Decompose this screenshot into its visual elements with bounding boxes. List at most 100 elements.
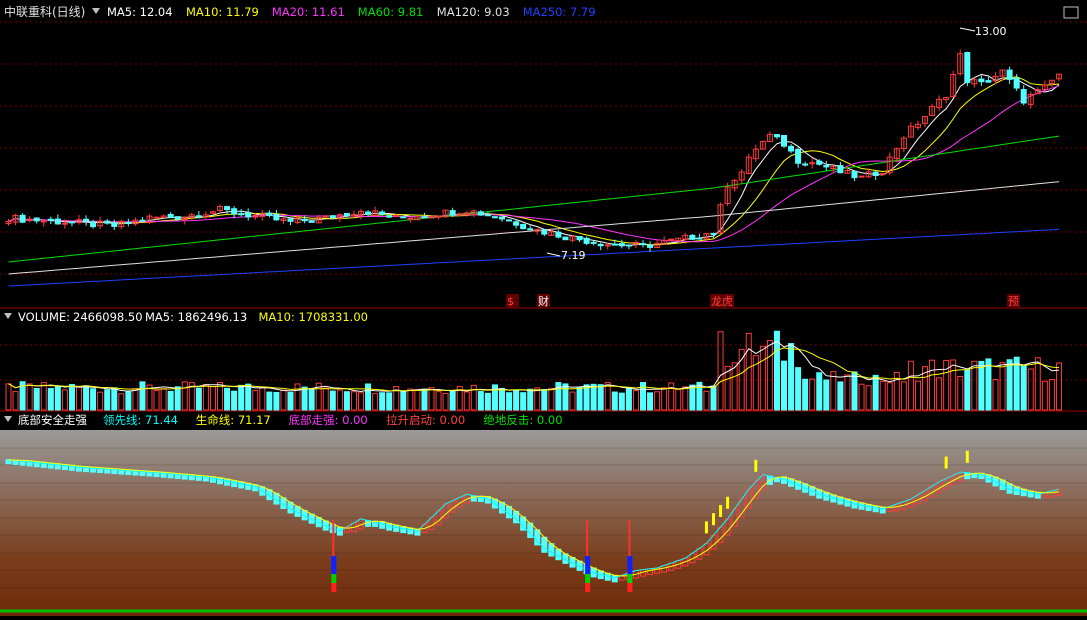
volume-bar[interactable] bbox=[795, 367, 802, 411]
candle-body[interactable] bbox=[802, 163, 809, 166]
candle-body[interactable] bbox=[167, 213, 174, 218]
volume-bar[interactable] bbox=[527, 388, 534, 411]
volume-bar[interactable] bbox=[506, 392, 513, 411]
dropdown-arrow-icon[interactable] bbox=[92, 8, 100, 14]
volume-bar[interactable] bbox=[936, 377, 943, 411]
candle-body[interactable] bbox=[795, 148, 802, 164]
volume-bar[interactable] bbox=[1041, 380, 1048, 411]
volume-bar[interactable] bbox=[900, 381, 907, 411]
candle-body[interactable] bbox=[435, 215, 442, 218]
candle-body[interactable] bbox=[343, 213, 350, 217]
candle-body[interactable] bbox=[386, 215, 393, 218]
volume-bar[interactable] bbox=[273, 391, 280, 411]
volume-bar[interactable] bbox=[491, 384, 498, 411]
candle-body[interactable] bbox=[781, 134, 787, 147]
candle-body[interactable] bbox=[90, 221, 97, 228]
volume-bar[interactable] bbox=[280, 389, 287, 411]
volume-bar[interactable] bbox=[1020, 365, 1027, 411]
volume-bar[interactable] bbox=[421, 388, 428, 411]
volume-bar[interactable] bbox=[809, 378, 816, 411]
candle-body[interactable] bbox=[499, 216, 505, 220]
volume-bar[interactable] bbox=[68, 384, 75, 411]
volume-bar[interactable] bbox=[400, 390, 407, 411]
candle-body[interactable] bbox=[964, 52, 971, 84]
volume-bar[interactable] bbox=[759, 345, 766, 411]
volume-bar[interactable] bbox=[569, 391, 576, 411]
candle-body[interactable] bbox=[400, 216, 407, 219]
volume-bar[interactable] bbox=[499, 388, 505, 411]
volume-bar[interactable] bbox=[590, 383, 597, 411]
restore-window-icon[interactable] bbox=[1063, 6, 1079, 19]
volume-bar[interactable] bbox=[788, 343, 795, 411]
volume-bar[interactable] bbox=[435, 391, 442, 411]
candle-body[interactable] bbox=[83, 218, 90, 222]
volume-bar[interactable] bbox=[703, 390, 710, 411]
candle-body[interactable] bbox=[153, 216, 160, 219]
volume-bar[interactable] bbox=[118, 393, 125, 411]
candle-body[interactable] bbox=[449, 210, 456, 216]
event-marker[interactable]: 财 bbox=[538, 294, 549, 308]
volume-menu-icon[interactable] bbox=[4, 313, 12, 319]
volume-bar[interactable] bbox=[202, 383, 209, 411]
event-marker[interactable]: 龙虎 bbox=[711, 295, 733, 308]
candle-body[interactable] bbox=[19, 214, 26, 223]
volume-bar[interactable] bbox=[379, 392, 386, 411]
volume-bar[interactable] bbox=[350, 391, 357, 411]
volume-bar[interactable] bbox=[76, 386, 82, 411]
volume-bar[interactable] bbox=[781, 360, 787, 411]
volume-bar[interactable] bbox=[618, 392, 625, 411]
volume-bar[interactable] bbox=[950, 359, 957, 411]
volume-bar[interactable] bbox=[766, 340, 773, 411]
candle-body[interactable] bbox=[287, 218, 294, 222]
volume-bar[interactable] bbox=[816, 372, 823, 411]
candle-body[interactable] bbox=[858, 175, 865, 178]
candle-body[interactable] bbox=[625, 244, 632, 247]
candle-body[interactable] bbox=[879, 173, 886, 176]
volume-bar[interactable] bbox=[823, 379, 830, 411]
candle-body[interactable] bbox=[583, 237, 590, 244]
volume-bar[interactable] bbox=[576, 386, 583, 411]
volume-bar[interactable] bbox=[160, 388, 167, 411]
candle-body[interactable] bbox=[590, 241, 597, 244]
candle-body[interactable] bbox=[266, 212, 273, 216]
volume-bar[interactable] bbox=[830, 371, 837, 411]
volume-bar[interactable] bbox=[689, 384, 696, 411]
candle-body[interactable] bbox=[195, 215, 202, 218]
volume-bar[interactable] bbox=[470, 384, 477, 411]
volume-bar[interactable] bbox=[802, 378, 809, 411]
volume-bar[interactable] bbox=[583, 384, 590, 411]
candle-body[interactable] bbox=[1013, 77, 1020, 89]
volume-bar[interactable] bbox=[266, 391, 273, 411]
volume-bar[interactable] bbox=[54, 385, 61, 411]
volume-bar[interactable] bbox=[597, 384, 604, 411]
candle-body[interactable] bbox=[1006, 69, 1013, 80]
volume-bar[interactable] bbox=[907, 360, 914, 411]
candle-body[interactable] bbox=[611, 243, 618, 246]
candle-body[interactable] bbox=[872, 171, 879, 176]
candle-body[interactable] bbox=[125, 221, 132, 224]
volume-bar[interactable] bbox=[710, 385, 717, 411]
candle-body[interactable] bbox=[823, 165, 830, 168]
volume-bar[interactable] bbox=[238, 384, 245, 411]
volume-bar[interactable] bbox=[1006, 359, 1013, 411]
candle-body[interactable] bbox=[174, 216, 181, 220]
volume-bar[interactable] bbox=[372, 393, 379, 411]
candle-body[interactable] bbox=[407, 217, 414, 220]
volume-bar[interactable] bbox=[83, 385, 90, 411]
volume-bar[interactable] bbox=[1048, 379, 1055, 411]
candle-body[interactable] bbox=[696, 237, 703, 240]
candle-body[interactable] bbox=[513, 221, 520, 226]
candle-body[interactable] bbox=[379, 211, 386, 215]
volume-bar[interactable] bbox=[47, 388, 54, 411]
volume-bar[interactable] bbox=[555, 382, 562, 411]
event-marker[interactable]: 预 bbox=[1008, 295, 1019, 308]
volume-bar[interactable] bbox=[449, 390, 456, 411]
candle-body[interactable] bbox=[816, 160, 823, 165]
candle-body[interactable] bbox=[477, 211, 484, 216]
volume-bar[interactable] bbox=[837, 381, 844, 411]
volume-bar[interactable] bbox=[562, 383, 569, 411]
volume-bar[interactable] bbox=[358, 392, 364, 411]
volume-bars[interactable] bbox=[5, 330, 1062, 411]
volume-bar[interactable] bbox=[625, 387, 632, 411]
volume-bar[interactable] bbox=[1027, 368, 1034, 411]
